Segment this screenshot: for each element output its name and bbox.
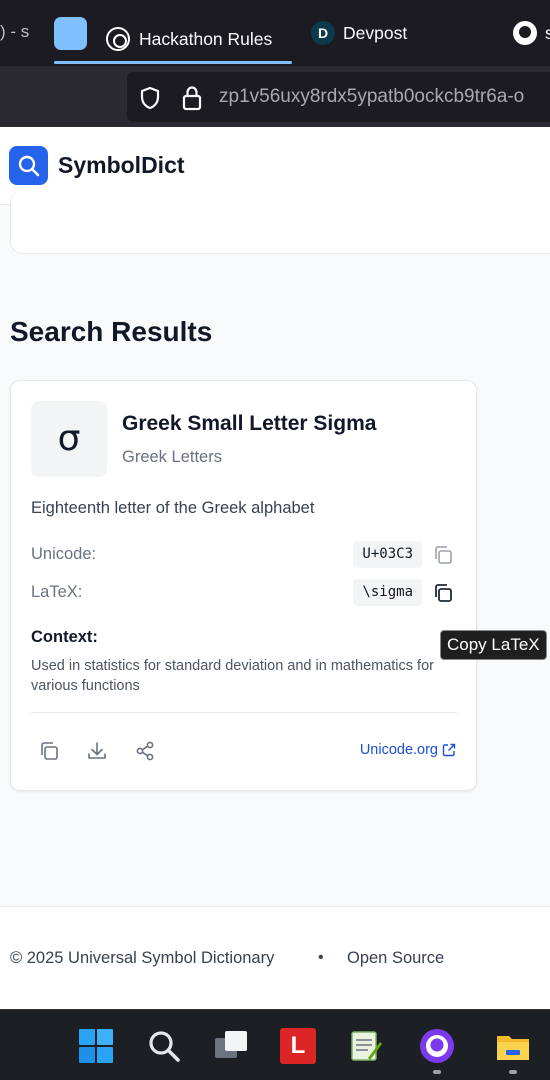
lock-icon[interactable] <box>181 85 203 111</box>
symbol-result-card: σ Greek Small Letter Sigma Greek Letters… <box>10 380 477 791</box>
symbol-name: Greek Small Letter Sigma <box>122 412 377 435</box>
tab-fragment-label[interactable]: ) - s <box>0 22 29 42</box>
active-tab-indicator <box>54 61 292 64</box>
page-footer: © 2025 Universal Symbol Dictionary • Ope… <box>0 906 550 1009</box>
unicode-org-link[interactable]: Unicode.org <box>360 742 456 758</box>
footer-separator: • <box>318 949 324 966</box>
previous-card-fragment <box>10 190 550 254</box>
copy-latex-icon[interactable] <box>432 582 454 604</box>
latex-value: \sigma <box>353 579 422 606</box>
search-logo-icon[interactable] <box>9 146 48 185</box>
unicode-value: U+03C3 <box>353 541 422 568</box>
unicode-org-link-label: Unicode.org <box>359 742 438 758</box>
copy-latex-tooltip: Copy LaTeX <box>440 630 547 660</box>
windows-taskbar: L <box>0 1009 550 1080</box>
latex-label: LaTeX: <box>31 583 83 601</box>
notepad-icon[interactable] <box>348 1028 384 1064</box>
l-app-icon[interactable]: L <box>280 1028 316 1064</box>
devpost-icon: D <box>311 21 335 45</box>
task-view-icon[interactable] <box>213 1028 249 1064</box>
url-text[interactable]: zp1v56uxy8rdx5ypatb0ockcb9tr6a-o <box>219 86 524 108</box>
tab-blank-icon[interactable] <box>54 17 87 50</box>
openai-icon <box>106 27 130 51</box>
unicode-label: Unicode: <box>31 545 97 563</box>
running-indicator <box>509 1070 517 1074</box>
browser-tab-strip: ) - s Hackathon Rules D Devpost s <box>0 0 550 66</box>
tab-label: Devpost <box>343 23 408 43</box>
running-indicator <box>433 1070 441 1074</box>
github-icon <box>513 21 537 45</box>
file-explorer-icon[interactable] <box>495 1028 531 1064</box>
external-link-icon <box>442 743 456 757</box>
github-desktop-icon[interactable] <box>419 1028 455 1064</box>
url-bar[interactable]: zp1v56uxy8rdx5ypatb0ockcb9tr6a-o <box>127 72 550 122</box>
tab-hackathon-rules[interactable]: Hackathon Rules <box>54 6 292 64</box>
tab-label: Hackathon Rules <box>139 29 273 49</box>
shield-icon[interactable] <box>139 86 161 110</box>
context-text: Used in statistics for standard deviatio… <box>31 658 434 694</box>
tab-label: s <box>545 23 550 43</box>
context-label: Context: <box>31 628 98 646</box>
browser-nav-bar: zp1v56uxy8rdx5ypatb0ockcb9tr6a-o <box>0 66 550 127</box>
footer-copyright: © 2025 Universal Symbol Dictionary <box>10 949 275 967</box>
search-results-heading: Search Results <box>10 316 213 347</box>
search-icon[interactable] <box>146 1028 182 1064</box>
download-icon[interactable] <box>86 740 108 762</box>
app-title[interactable]: SymbolDict <box>58 152 185 179</box>
open-source-link[interactable]: Open Source <box>347 949 444 968</box>
start-icon[interactable] <box>78 1028 114 1064</box>
share-icon[interactable] <box>134 740 156 762</box>
symbol-glyph: σ <box>31 401 107 477</box>
card-divider <box>31 712 457 713</box>
copy-unicode-icon[interactable] <box>432 544 454 566</box>
symbol-description: Eighteenth letter of the Greek alphabet <box>31 499 315 517</box>
symbol-category: Greek Letters <box>122 448 222 466</box>
copy-symbol-icon[interactable] <box>38 740 60 762</box>
